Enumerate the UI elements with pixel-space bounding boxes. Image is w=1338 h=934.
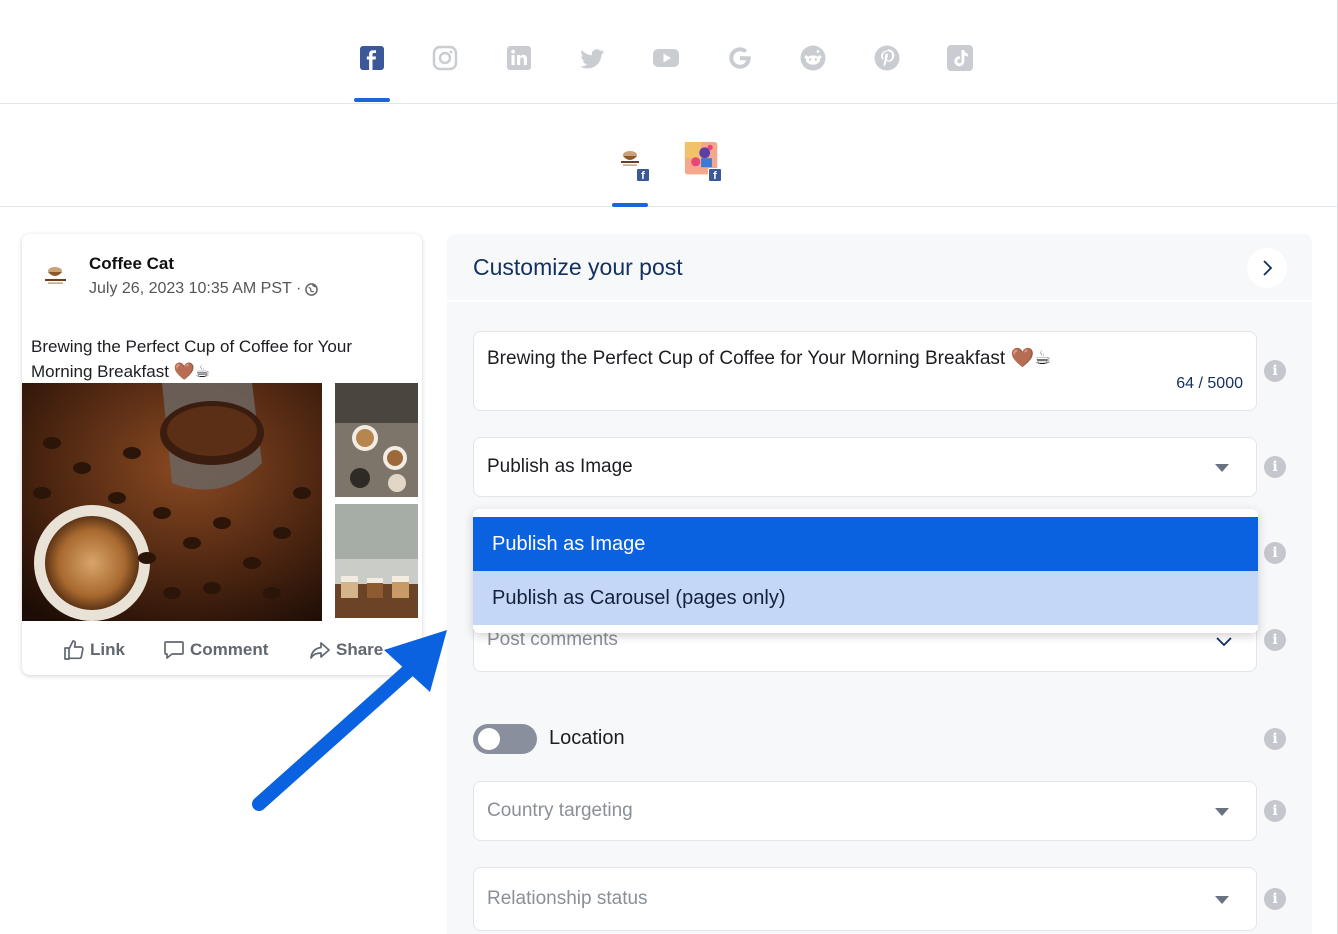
relationship-status-info-icon[interactable]: i: [1264, 888, 1286, 910]
comment-icon: [164, 641, 184, 659]
comment-label: Comment: [190, 640, 269, 659]
post-text: Brewing the Perfect Cup of Coffee for Yo…: [31, 337, 352, 381]
active-network-indicator: [354, 98, 390, 102]
coffee-beans-image: [22, 383, 322, 621]
page-avatar: [38, 258, 74, 294]
country-targeting-select[interactable]: Country targeting: [473, 781, 1257, 841]
caption-text: Brewing the Perfect Cup of Coffee for Yo…: [487, 348, 1052, 369]
country-targeting-info-icon[interactable]: i: [1264, 800, 1286, 822]
active-account-indicator: [612, 203, 648, 207]
tab-twitter[interactable]: [574, 40, 610, 76]
tab-google[interactable]: [722, 40, 758, 76]
tab-reddit[interactable]: [795, 40, 831, 76]
post-preview-card: Coffee Cat July 26, 2023 10:35 AM PST · …: [22, 234, 422, 675]
chevron-right-icon: [1263, 260, 1273, 276]
post-date: July 26, 2023 10:35 AM PST ·: [89, 280, 302, 297]
facebook-icon: [360, 46, 384, 70]
character-counter: 64 / 5000: [1176, 375, 1243, 392]
linkedin-icon: [507, 46, 531, 70]
tab-youtube[interactable]: [648, 40, 684, 76]
like-label: Link: [90, 640, 125, 659]
account-tabs: f f: [0, 104, 1337, 207]
chevron-down-icon: [1216, 637, 1232, 647]
thumbs-up-icon: [64, 640, 84, 660]
app-root: f f Coffee Cat July 26, 2023 10:35 AM PS…: [0, 0, 1338, 934]
share-button[interactable]: Share: [308, 638, 383, 662]
post-actions: Link Comment Share: [22, 634, 422, 666]
tab-tiktok[interactable]: [942, 40, 978, 76]
country-targeting-placeholder: Country targeting: [487, 800, 633, 821]
reddit-icon: [800, 45, 826, 71]
share-icon: [310, 642, 330, 659]
facebook-badge-icon: f: [708, 168, 722, 182]
publish-type-menu: Publish as Image Publish as Carousel (pa…: [473, 509, 1258, 633]
menu-option-publish-image[interactable]: Publish as Image: [473, 517, 1258, 571]
like-button[interactable]: Link: [62, 638, 125, 662]
pinterest-icon: [874, 45, 900, 71]
tab-linkedin[interactable]: [501, 40, 537, 76]
location-toggle[interactable]: [473, 724, 537, 754]
collapse-panel-button[interactable]: [1247, 248, 1287, 288]
account-tab-second-page[interactable]: f: [684, 142, 722, 182]
caption-textarea[interactable]: Brewing the Perfect Cup of Coffee for Yo…: [473, 331, 1257, 411]
tiktok-icon: [947, 45, 973, 71]
tab-pinterest[interactable]: [869, 40, 905, 76]
relationship-status-select[interactable]: Relationship status: [473, 867, 1257, 931]
caret-down-icon: [1215, 464, 1229, 472]
coffee-glasses-image: [335, 504, 418, 618]
instagram-icon: [432, 45, 458, 71]
globe-icon: [305, 282, 319, 296]
toggle-knob: [478, 728, 500, 750]
panel-title: Customize your post: [473, 254, 683, 280]
panel-header: Customize your post: [447, 234, 1312, 302]
menu-option-publish-carousel[interactable]: Publish as Carousel (pages only): [473, 571, 1258, 625]
cafe-cups-image: [335, 383, 418, 497]
caret-down-icon: [1215, 896, 1229, 904]
account-tab-coffee-cat[interactable]: f: [612, 142, 650, 182]
network-tabs: [0, 0, 1337, 104]
tab-facebook[interactable]: [354, 40, 390, 76]
publish-type-value: Publish as Image: [487, 456, 633, 477]
comment-button[interactable]: Comment: [162, 638, 268, 662]
publish-type-select[interactable]: Publish as Image: [473, 437, 1257, 497]
location-label: Location: [549, 727, 625, 749]
share-label: Share: [336, 640, 384, 659]
twitter-icon: [580, 49, 604, 69]
google-icon: [729, 47, 751, 69]
relationship-status-placeholder: Relationship status: [487, 888, 648, 909]
post-meta: July 26, 2023 10:35 AM PST ·: [89, 280, 319, 298]
publish-type-info-icon[interactable]: i: [1264, 456, 1286, 478]
caption-info-icon[interactable]: i: [1264, 360, 1286, 382]
caret-down-icon: [1215, 808, 1229, 816]
location-info-icon[interactable]: i: [1264, 728, 1286, 750]
youtube-icon: [653, 49, 679, 67]
hidden-field-info-icon[interactable]: i: [1264, 542, 1286, 564]
page-name: Coffee Cat: [89, 254, 175, 273]
facebook-badge-icon: f: [636, 168, 650, 182]
tab-instagram[interactable]: [427, 40, 463, 76]
post-comments-info-icon[interactable]: i: [1264, 629, 1286, 651]
